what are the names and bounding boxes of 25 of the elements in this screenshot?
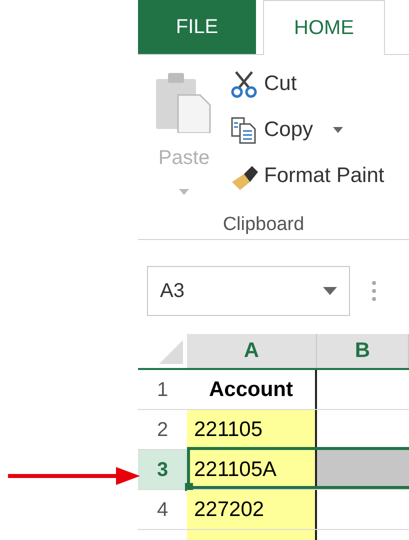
table-cell[interactable]: 221105 [187, 410, 317, 449]
ribbon-command[interactable]: Copy [230, 109, 384, 151]
row-header[interactable]: 1 [138, 370, 187, 409]
group-label: Clipboard [222, 212, 304, 236]
column-header[interactable]: B [317, 334, 409, 368]
column-header[interactable]: A [187, 334, 317, 368]
scissors-icon [230, 70, 258, 98]
table-cell[interactable] [187, 530, 317, 540]
table-cell[interactable]: 227202 [187, 490, 317, 529]
row-header[interactable]: 4 [138, 490, 187, 529]
name-box[interactable]: A3 [147, 266, 350, 316]
selected-cell[interactable] [317, 450, 409, 489]
copy-icon [230, 116, 258, 144]
row-header[interactable]: 3 [138, 450, 187, 489]
file-tab[interactable]: FILE [138, 0, 256, 54]
clipboard-icon [156, 73, 212, 133]
ribbon-tab[interactable]: HOME [263, 0, 385, 55]
dropdown-caret-icon [323, 286, 337, 295]
more-icon [372, 280, 376, 302]
table-cell[interactable]: 221105A [187, 450, 317, 489]
ribbon-command[interactable]: Format Paint [230, 155, 384, 197]
row-header[interactable]: 2 [138, 410, 187, 449]
ribbon-command[interactable]: Cut [230, 63, 384, 105]
dropdown-caret-icon [179, 189, 189, 195]
fill-handle[interactable] [185, 483, 193, 491]
